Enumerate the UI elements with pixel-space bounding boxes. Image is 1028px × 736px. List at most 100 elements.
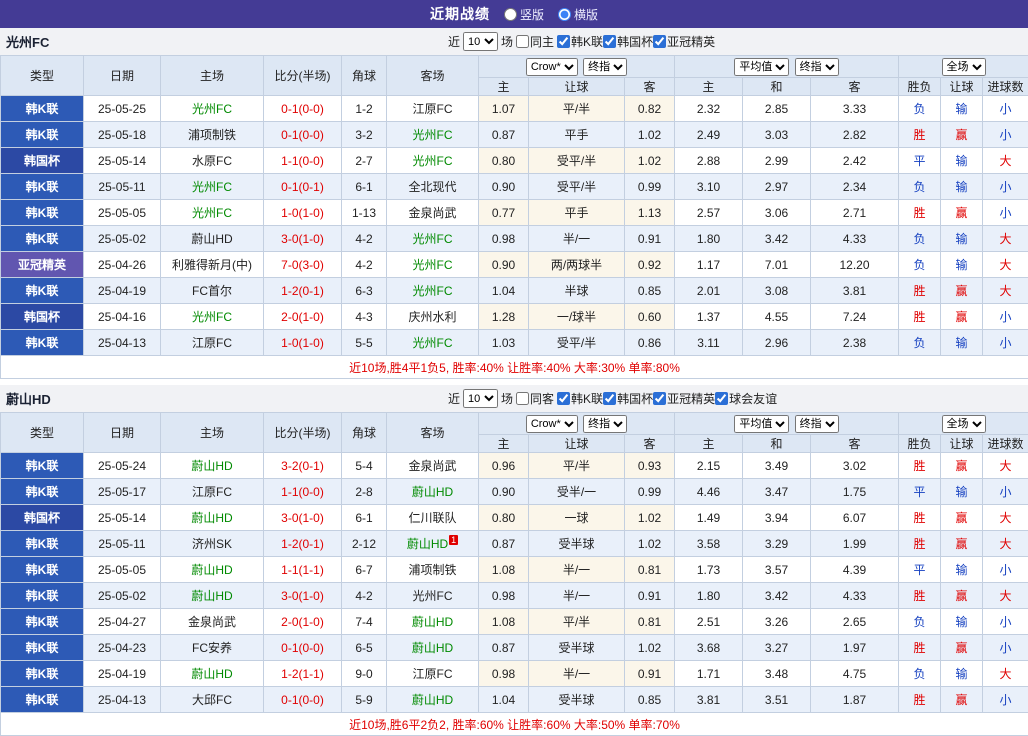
result-outcome: 负 (899, 174, 941, 200)
odds-home: 1.03 (479, 330, 529, 356)
odds-time-select[interactable]: 终指 (583, 415, 627, 433)
odds-home: 1.08 (479, 557, 529, 583)
league-filter-label: 球会友谊 (729, 390, 777, 407)
corner-score: 2-8 (342, 479, 387, 505)
home-team: 利雅得新月(中) (161, 252, 264, 278)
odds-home: 1.28 (479, 304, 529, 330)
away-team: 蔚山HD1 (387, 531, 479, 557)
league-filter-checkbox[interactable] (653, 392, 666, 405)
avg-odds-away: 1.99 (811, 531, 899, 557)
league-filter[interactable]: 韩国杯 (603, 390, 653, 407)
league-filter-checkbox[interactable] (557, 35, 570, 48)
layout-radio-vertical-input[interactable] (504, 8, 517, 21)
league-filter[interactable]: 球会友谊 (715, 390, 777, 407)
odds-away: 1.02 (625, 505, 675, 531)
layout-radio-horizontal[interactable]: 横版 (558, 6, 598, 23)
type-badge: 韩国杯 (1, 148, 84, 174)
summary-text: 近10场,胜6平2负2, 胜率:60% 让胜率:60% 大率:50% 单率:70… (1, 713, 1028, 736)
games-unit-label: 场 (501, 33, 513, 50)
league-filter[interactable]: 亚冠精英 (653, 33, 715, 50)
avg-odds-home: 3.58 (675, 531, 743, 557)
odds-home: 1.04 (479, 687, 529, 713)
sub-header-avg-away: 客 (811, 435, 899, 453)
result-goals: 小 (983, 557, 1028, 583)
result-outcome: 平 (899, 148, 941, 174)
home-team: 江原FC (161, 479, 264, 505)
avg-odds-select[interactable]: 平均值 (734, 415, 789, 433)
result-outcome: 负 (899, 661, 941, 687)
match-score: 3-2(0-1) (264, 453, 342, 479)
avg-odds-away: 2.42 (811, 148, 899, 174)
match-score: 3-0(1-0) (264, 505, 342, 531)
odds-home: 0.96 (479, 453, 529, 479)
avg-odds-home: 2.51 (675, 609, 743, 635)
type-badge: 亚冠精英 (1, 252, 84, 278)
league-filter[interactable]: 韩K联 (557, 33, 603, 50)
type-badge: 韩国杯 (1, 304, 84, 330)
away-team: 光州FC (387, 583, 479, 609)
same-side-checkbox[interactable] (516, 35, 529, 48)
col-header-score: 比分(半场) (264, 56, 342, 96)
section-head: 蔚山HD 近 10 场 同客 韩K联韩国杯亚冠精英球会友谊 (0, 385, 1028, 412)
corner-score: 4-2 (342, 583, 387, 609)
league-filter-checkbox[interactable] (557, 392, 570, 405)
avg-odds-away: 4.33 (811, 226, 899, 252)
layout-radio-vertical[interactable]: 竖版 (504, 6, 544, 23)
recent-count-select[interactable]: 10 (463, 32, 498, 51)
match-date: 25-05-18 (84, 122, 161, 148)
col-header-corner: 角球 (342, 413, 387, 453)
result-goals: 大 (983, 661, 1028, 687)
result-outcome: 胜 (899, 122, 941, 148)
odds-home: 0.80 (479, 505, 529, 531)
sub-header-result-handicap: 让球 (941, 435, 983, 453)
odds-handicap: 半球 (529, 278, 625, 304)
league-filter-checkbox[interactable] (603, 392, 616, 405)
match-row: 韩K联25-04-13江原FC1-0(1-0)5-5光州FC1.03受平/半0.… (1, 330, 1028, 356)
scope-select[interactable]: 全场 (942, 415, 986, 433)
league-filter[interactable]: 韩国杯 (603, 33, 653, 50)
avg-odds-draw: 2.97 (743, 174, 811, 200)
col-header-date: 日期 (84, 413, 161, 453)
result-outcome: 负 (899, 330, 941, 356)
corner-score: 5-5 (342, 330, 387, 356)
match-date: 25-05-05 (84, 200, 161, 226)
avg-odds-home: 2.15 (675, 453, 743, 479)
league-filter[interactable]: 亚冠精英 (653, 390, 715, 407)
league-filter-checkbox[interactable] (715, 392, 728, 405)
home-team: 蔚山HD (161, 453, 264, 479)
same-side-filter[interactable]: 同主 (516, 33, 554, 50)
odds-away: 1.02 (625, 531, 675, 557)
away-team: 浦项制铁 (387, 557, 479, 583)
away-team: 江原FC (387, 661, 479, 687)
avg-odds-home: 2.01 (675, 278, 743, 304)
league-filter-checkbox[interactable] (603, 35, 616, 48)
odds-company-select[interactable]: Crow* (526, 58, 578, 76)
odds-home: 0.77 (479, 200, 529, 226)
corner-score: 5-4 (342, 453, 387, 479)
sub-header-goals: 进球数 (983, 78, 1028, 96)
same-side-filter[interactable]: 同客 (516, 390, 554, 407)
odds-handicap: 半/一 (529, 557, 625, 583)
home-team: 大邱FC (161, 687, 264, 713)
recent-count-select[interactable]: 10 (463, 389, 498, 408)
odds-company-select[interactable]: Crow* (526, 415, 578, 433)
league-filter-checkbox[interactable] (653, 35, 666, 48)
avg-time-select[interactable]: 终指 (795, 58, 839, 76)
avg-odds-home: 1.80 (675, 583, 743, 609)
scope-select[interactable]: 全场 (942, 58, 986, 76)
same-side-checkbox[interactable] (516, 392, 529, 405)
odds-handicap: 受半球 (529, 635, 625, 661)
odds-away: 0.92 (625, 252, 675, 278)
league-filter[interactable]: 韩K联 (557, 390, 603, 407)
result-outcome: 胜 (899, 200, 941, 226)
layout-radio-horizontal-input[interactable] (558, 8, 571, 21)
col-header-home: 主场 (161, 56, 264, 96)
match-date: 25-05-11 (84, 531, 161, 557)
avg-odds-select[interactable]: 平均值 (734, 58, 789, 76)
odds-handicap: 平手 (529, 200, 625, 226)
match-row: 韩K联25-05-11济州SK1-2(0-1)2-12蔚山HD10.87受半球1… (1, 531, 1028, 557)
avg-time-select[interactable]: 终指 (795, 415, 839, 433)
result-handicap: 赢 (941, 635, 983, 661)
odds-time-select[interactable]: 终指 (583, 58, 627, 76)
type-badge: 韩K联 (1, 174, 84, 200)
